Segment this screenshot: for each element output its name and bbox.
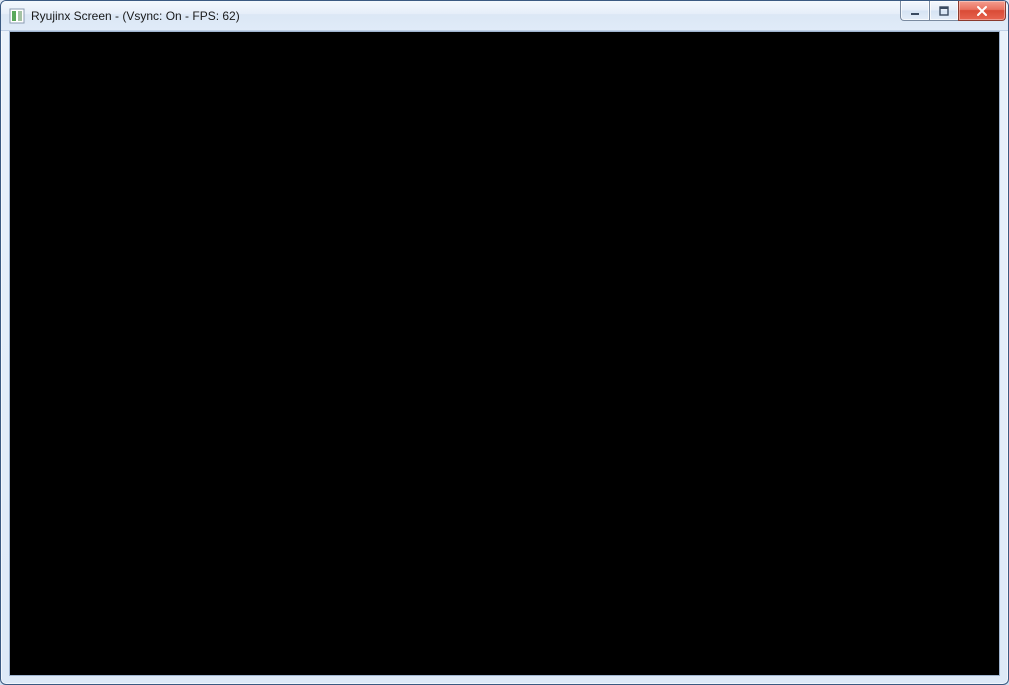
render-viewport[interactable]	[9, 31, 1000, 676]
render-surface	[10, 32, 999, 675]
maximize-icon	[938, 5, 950, 17]
application-window: Ryujinx Screen - (Vsync: On - FPS: 62)	[0, 0, 1009, 685]
minimize-button[interactable]	[900, 1, 929, 21]
titlebar[interactable]: Ryujinx Screen - (Vsync: On - FPS: 62)	[1, 1, 1008, 31]
close-icon	[975, 5, 989, 17]
window-title: Ryujinx Screen - (Vsync: On - FPS: 62)	[31, 9, 900, 23]
app-icon	[9, 8, 25, 24]
close-button[interactable]	[958, 1, 1006, 21]
minimize-icon	[909, 5, 921, 17]
maximize-button[interactable]	[929, 1, 958, 21]
window-controls	[900, 1, 1006, 30]
